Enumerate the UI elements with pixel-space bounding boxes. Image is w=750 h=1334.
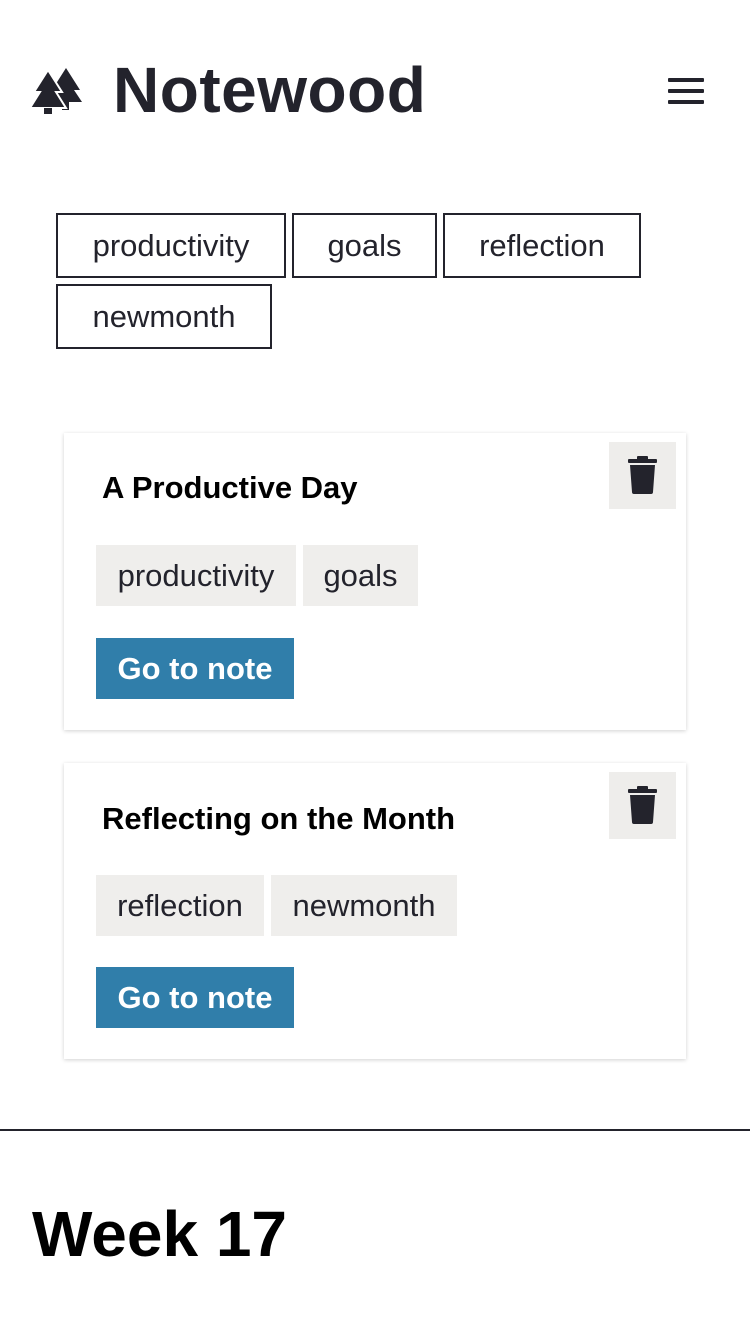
filter-tag-goals[interactable]: goals xyxy=(292,213,437,278)
note-title: Reflecting on the Month xyxy=(102,801,456,836)
note-card: A Productive Day productivity goals Go t… xyxy=(64,433,686,730)
note-card: Reflecting on the Month reflection newmo… xyxy=(64,763,686,1059)
section-divider xyxy=(0,1129,750,1131)
note-title: A Productive Day xyxy=(102,470,358,505)
note-tag-reflection: reflection xyxy=(96,875,264,936)
trash-icon xyxy=(628,786,657,824)
filter-tag-newmonth[interactable]: newmonth xyxy=(56,284,272,349)
note-tag-goals: goals xyxy=(303,545,418,606)
note-tag-newmonth: newmonth xyxy=(271,875,457,936)
trees-icon xyxy=(28,68,82,114)
go-to-note-button[interactable]: Go to note xyxy=(96,638,294,699)
note-tag-productivity: productivity xyxy=(96,545,296,606)
delete-note-button[interactable] xyxy=(609,772,676,839)
filter-tag-reflection[interactable]: reflection xyxy=(443,213,641,278)
go-to-note-button[interactable]: Go to note xyxy=(96,967,294,1028)
filter-tag-productivity[interactable]: productivity xyxy=(56,213,286,278)
week-heading: Week 17 xyxy=(32,1198,287,1270)
app-title: Notewood xyxy=(113,54,427,126)
delete-note-button[interactable] xyxy=(609,442,676,509)
trash-icon xyxy=(628,456,657,494)
hamburger-menu-icon[interactable] xyxy=(664,75,708,107)
app-header: Notewood xyxy=(0,0,750,180)
